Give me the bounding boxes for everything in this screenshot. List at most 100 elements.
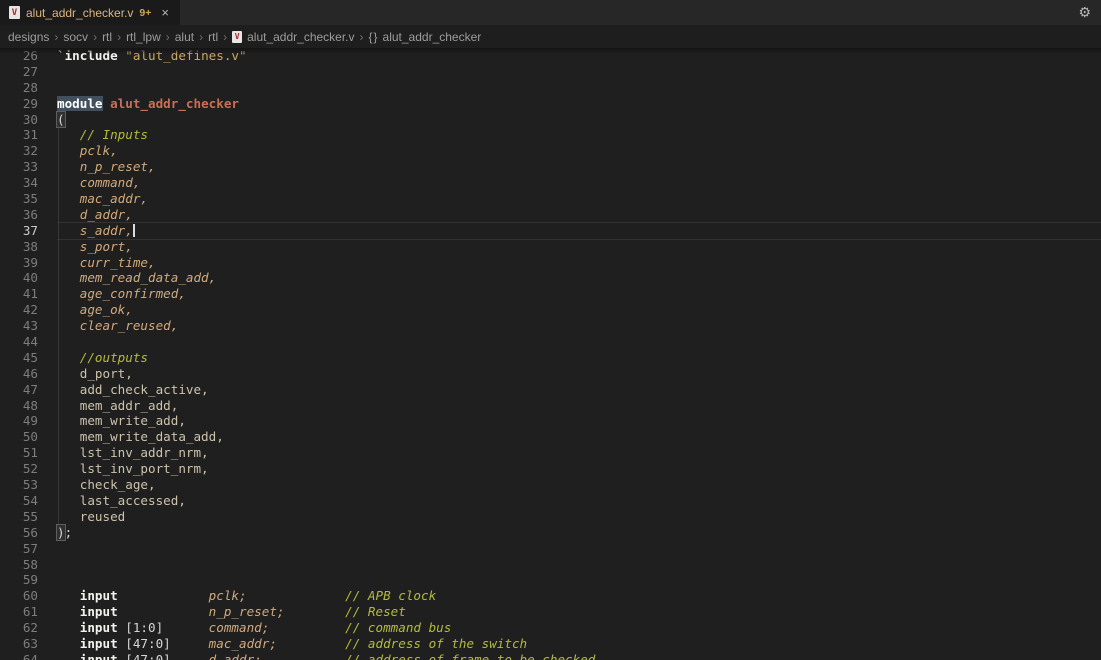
code-line[interactable]: 31 // Inputs xyxy=(0,127,1101,143)
code-line[interactable]: 57 xyxy=(0,541,1101,557)
code-line-content: s_port, xyxy=(57,239,1101,255)
code-line[interactable]: 47 add_check_active, xyxy=(0,382,1101,398)
code-line-content: module alut_addr_checker xyxy=(57,96,1101,112)
code-line-content: age_ok, xyxy=(57,302,1101,318)
code-line[interactable]: 48 mem_addr_add, xyxy=(0,398,1101,414)
tab-label: alut_addr_checker.v xyxy=(26,6,133,20)
code-token: alut_addr_checker xyxy=(110,96,239,111)
code-line-content: input pclk; // APB clock xyxy=(57,588,1101,604)
line-number: 36 xyxy=(0,207,57,223)
code-token xyxy=(118,604,209,619)
code-token: // Reset xyxy=(345,604,406,619)
code-line[interactable]: 64 input [47:0] d_addr; // address of fr… xyxy=(0,652,1101,660)
code-editor[interactable]: 26`include "alut_defines.v"272829module … xyxy=(0,48,1101,660)
code-line[interactable]: 51 lst_inv_addr_nrm, xyxy=(0,445,1101,461)
code-line[interactable]: 59 xyxy=(0,572,1101,588)
breadcrumb-item[interactable]: rtl_lpw xyxy=(126,30,161,44)
code-token: mem_write_add, xyxy=(57,413,186,428)
code-line[interactable]: 54 last_accessed, xyxy=(0,493,1101,509)
code-line[interactable]: 37 s_addr, xyxy=(0,223,1101,239)
code-token: curr_time, xyxy=(57,255,156,270)
code-line[interactable]: 39 curr_time, xyxy=(0,255,1101,271)
breadcrumb-item[interactable]: designs xyxy=(8,30,49,44)
code-token: "alut_defines.v" xyxy=(125,48,246,63)
code-line[interactable]: 34 command, xyxy=(0,175,1101,191)
breadcrumb-item[interactable]: alut xyxy=(175,30,194,44)
code-line[interactable]: 27 xyxy=(0,64,1101,80)
code-token: check_age, xyxy=(57,477,156,492)
line-number: 58 xyxy=(0,557,57,573)
code-line-content: d_addr, xyxy=(57,207,1101,223)
code-token: lst_inv_addr_nrm, xyxy=(57,445,209,460)
code-token: n_p_reset; xyxy=(209,604,285,619)
code-token: ; xyxy=(65,525,73,540)
code-line[interactable]: 44 xyxy=(0,334,1101,350)
code-token: d_port, xyxy=(57,366,133,381)
code-line[interactable]: 30( xyxy=(0,112,1101,128)
code-token: d_addr, xyxy=(57,207,133,222)
code-line[interactable]: 46 d_port, xyxy=(0,366,1101,382)
gear-icon[interactable]: ⚙ xyxy=(1068,0,1101,25)
code-line-content: age_confirmed, xyxy=(57,286,1101,302)
code-line-content xyxy=(57,334,1101,350)
breadcrumb-item[interactable]: socv xyxy=(63,30,88,44)
code-token: command, xyxy=(57,175,140,190)
code-line[interactable]: 41 age_confirmed, xyxy=(0,286,1101,302)
code-line-content: pclk, xyxy=(57,143,1101,159)
code-line[interactable]: 40 mem_read_data_add, xyxy=(0,270,1101,286)
breadcrumb-item[interactable]: rtl xyxy=(102,30,112,44)
code-token xyxy=(269,620,345,635)
code-line[interactable]: 50 mem_write_data_add, xyxy=(0,429,1101,445)
line-number: 45 xyxy=(0,350,57,366)
breadcrumb-file[interactable]: alut_addr_checker.v xyxy=(247,30,354,44)
code-line[interactable]: 49 mem_write_add, xyxy=(0,413,1101,429)
line-number: 46 xyxy=(0,366,57,382)
code-line-content: mem_write_add, xyxy=(57,413,1101,429)
code-line-content: input n_p_reset; // Reset xyxy=(57,604,1101,620)
code-token: pclk, xyxy=(57,143,118,158)
breadcrumb-symbol[interactable]: alut_addr_checker xyxy=(383,30,482,44)
code-line[interactable]: 60 input pclk; // APB clock xyxy=(0,588,1101,604)
code-token: //outputs xyxy=(57,350,148,365)
code-token: [47:0] xyxy=(118,652,209,660)
chevron-right-icon: › xyxy=(199,30,203,44)
line-number: 41 xyxy=(0,286,57,302)
code-line[interactable]: 55 reused xyxy=(0,509,1101,525)
close-icon[interactable]: × xyxy=(159,6,171,19)
code-line[interactable]: 43 clear_reused, xyxy=(0,318,1101,334)
code-line[interactable]: 26`include "alut_defines.v" xyxy=(0,48,1101,64)
code-token: input xyxy=(57,652,118,660)
line-number: 29 xyxy=(0,96,57,112)
code-line[interactable]: 32 pclk, xyxy=(0,143,1101,159)
code-line[interactable]: 58 xyxy=(0,557,1101,573)
code-line[interactable]: 38 s_port, xyxy=(0,239,1101,255)
tab-alut-addr-checker[interactable]: V alut_addr_checker.v 9+ × xyxy=(0,0,180,25)
line-number: 42 xyxy=(0,302,57,318)
line-number: 28 xyxy=(0,80,57,96)
code-line[interactable]: 63 input [47:0] mac_addr; // address of … xyxy=(0,636,1101,652)
code-line[interactable]: 45 //outputs xyxy=(0,350,1101,366)
line-number: 55 xyxy=(0,509,57,525)
code-token: mem_addr_add, xyxy=(57,398,178,413)
code-line[interactable]: 29module alut_addr_checker xyxy=(0,96,1101,112)
code-line[interactable]: 52 lst_inv_port_nrm, xyxy=(0,461,1101,477)
code-line[interactable]: 36 d_addr, xyxy=(0,207,1101,223)
code-line[interactable]: 35 mac_addr, xyxy=(0,191,1101,207)
line-number: 63 xyxy=(0,636,57,652)
line-number: 40 xyxy=(0,270,57,286)
code-line-content xyxy=(57,64,1101,80)
code-line[interactable]: 62 input [1:0] command; // command bus xyxy=(0,620,1101,636)
code-line-content: ( xyxy=(57,112,1101,128)
verilog-file-icon: V xyxy=(232,31,242,43)
code-line[interactable]: 33 n_p_reset, xyxy=(0,159,1101,175)
code-line-content: d_port, xyxy=(57,366,1101,382)
code-line[interactable]: 42 age_ok, xyxy=(0,302,1101,318)
line-number: 57 xyxy=(0,541,57,557)
line-number: 51 xyxy=(0,445,57,461)
code-line[interactable]: 53 check_age, xyxy=(0,477,1101,493)
code-line[interactable]: 56); xyxy=(0,525,1101,541)
code-line[interactable]: 28 xyxy=(0,80,1101,96)
breadcrumb-item[interactable]: rtl xyxy=(208,30,218,44)
code-line[interactable]: 61 input n_p_reset; // Reset xyxy=(0,604,1101,620)
line-number: 56 xyxy=(0,525,57,541)
